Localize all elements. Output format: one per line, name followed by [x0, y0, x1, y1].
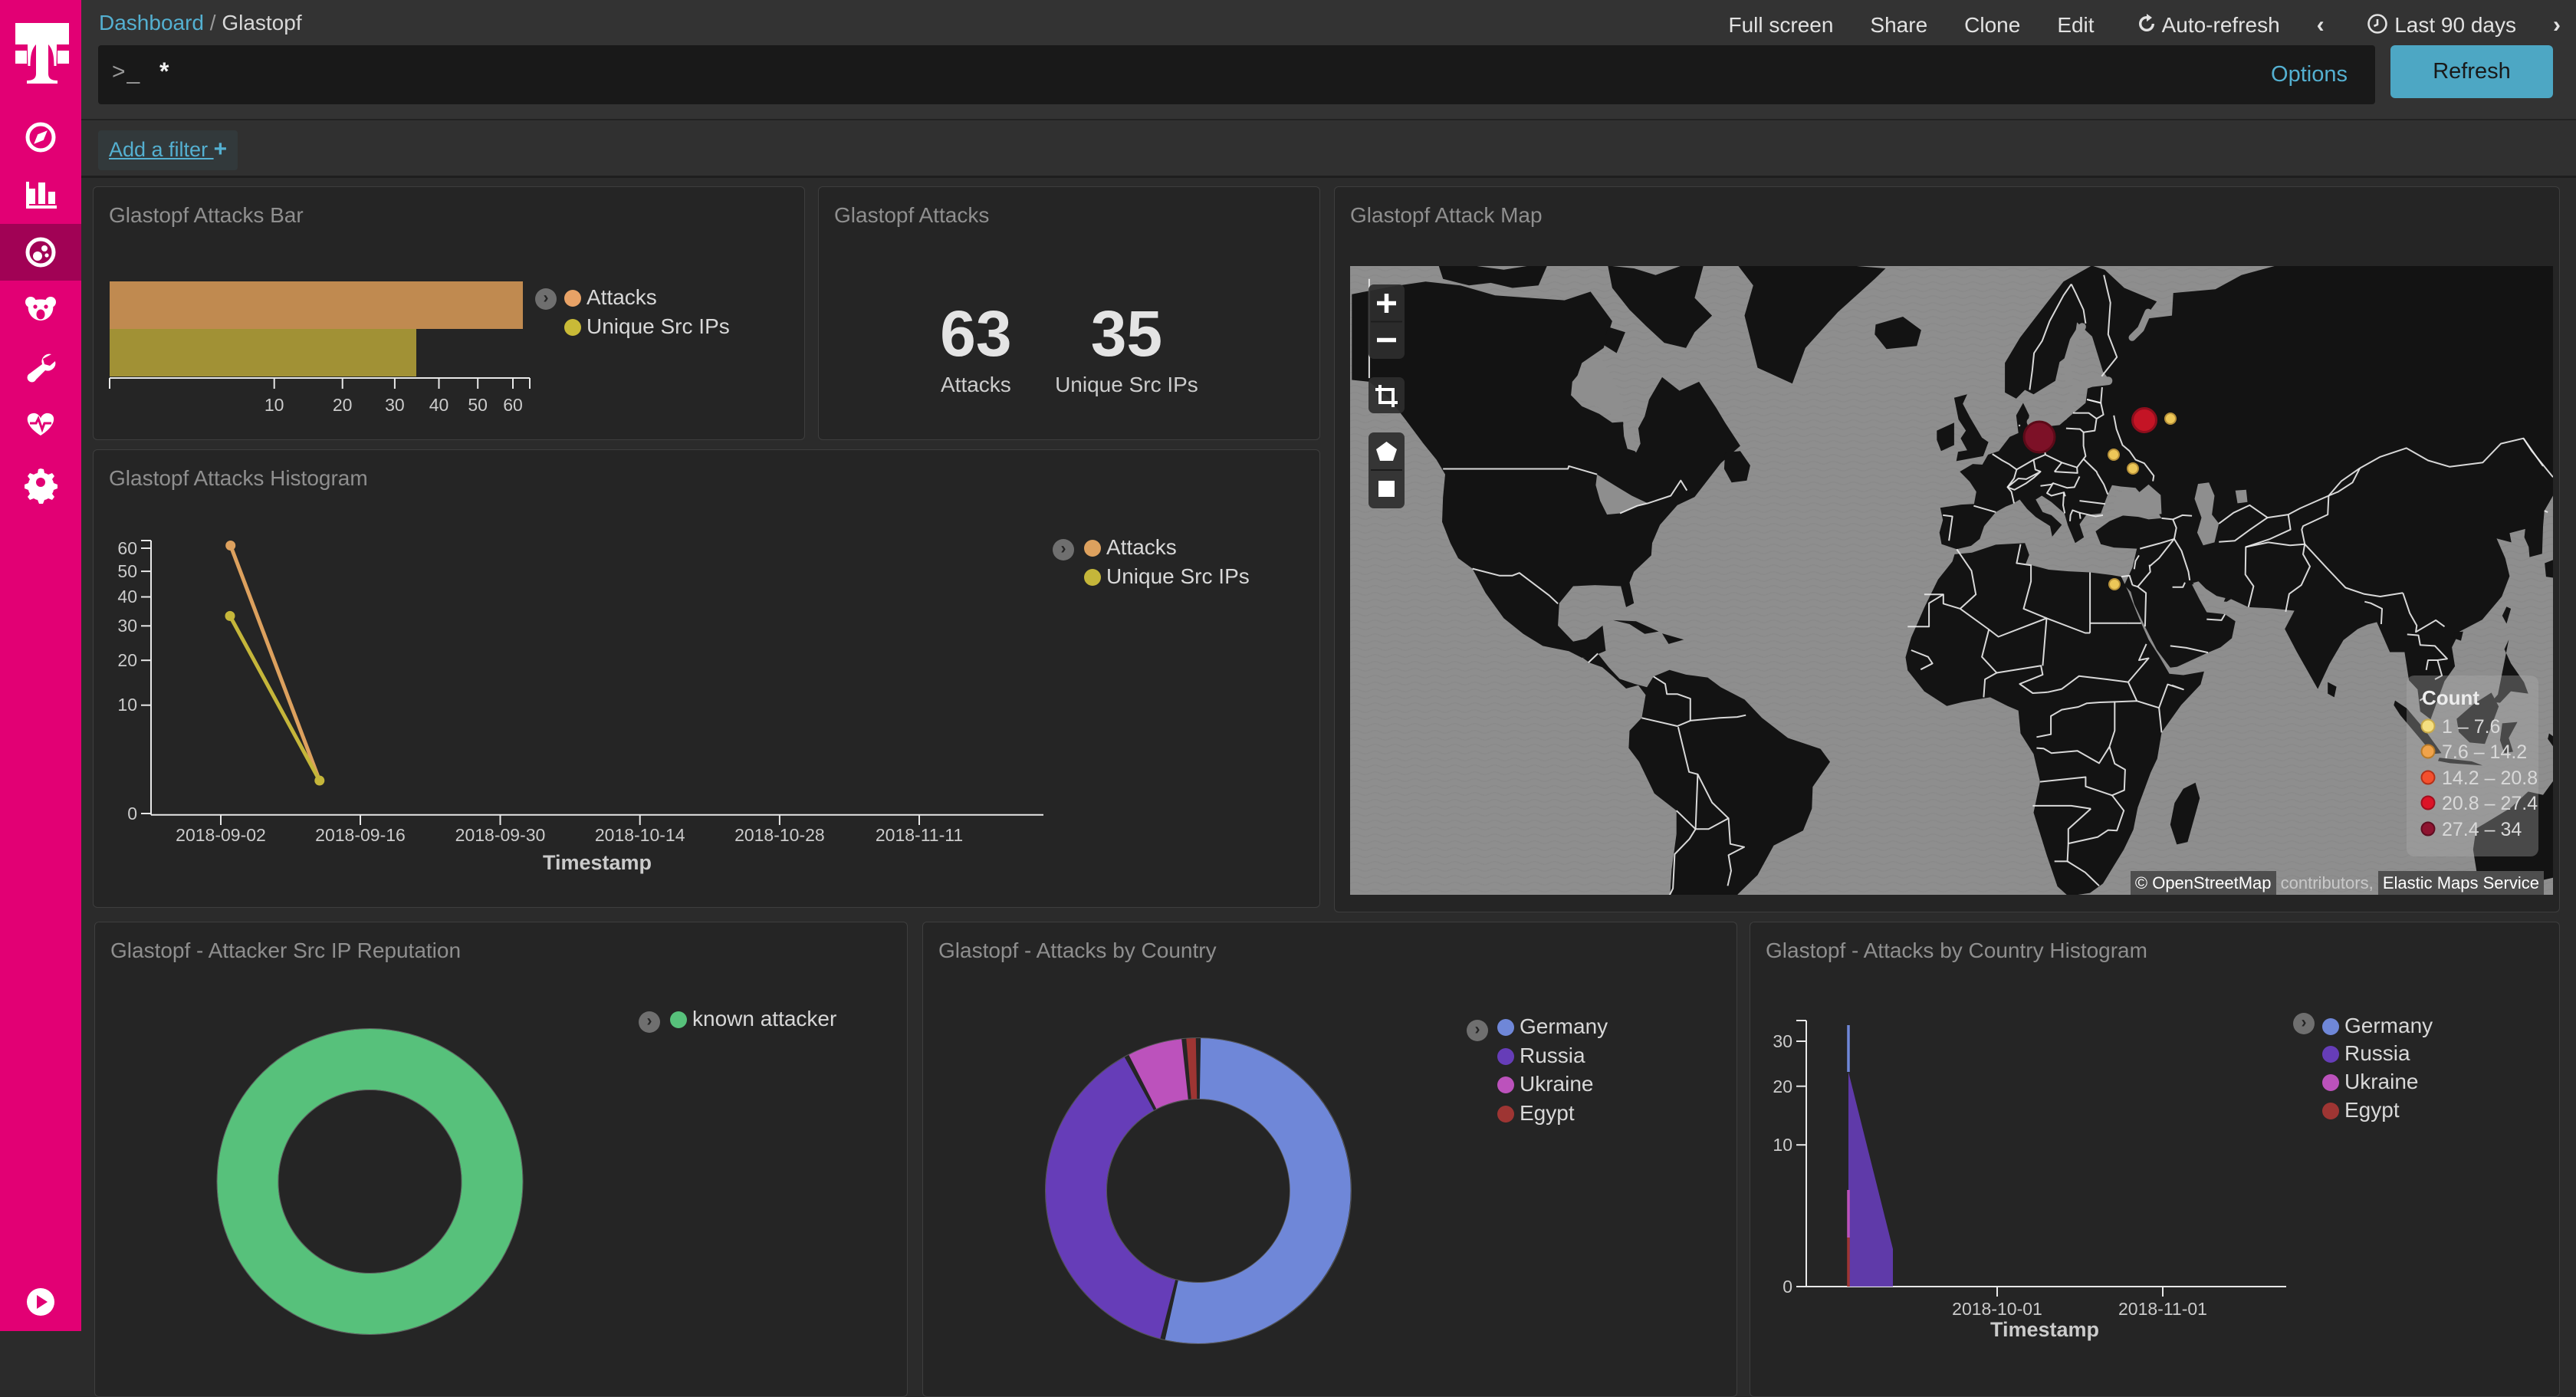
svg-text:20: 20: [1773, 1077, 1792, 1096]
svg-text:30: 30: [385, 395, 405, 415]
svg-text:0: 0: [127, 804, 137, 823]
svg-text:Timestamp: Timestamp: [1990, 1318, 2099, 1341]
svg-text:50: 50: [468, 395, 488, 415]
svg-text:10: 10: [1773, 1135, 1792, 1155]
svg-text:2018-09-02: 2018-09-02: [176, 825, 266, 845]
svg-text:2018-10-01: 2018-10-01: [1952, 1299, 2042, 1319]
svg-text:60: 60: [117, 538, 137, 558]
svg-text:2018-09-16: 2018-09-16: [315, 825, 406, 845]
svg-text:27.4 – 34: 27.4 – 34: [2442, 819, 2522, 840]
svg-text:30: 30: [117, 616, 137, 636]
svg-text:2018-11-11: 2018-11-11: [876, 825, 963, 845]
svg-text:20: 20: [333, 395, 353, 415]
svg-text:60: 60: [503, 395, 523, 415]
svg-text:30: 30: [1773, 1031, 1792, 1051]
svg-text:2018-11-01: 2018-11-01: [2118, 1299, 2207, 1319]
svg-text:Count: Count: [2422, 686, 2479, 709]
svg-text:2018-10-14: 2018-10-14: [595, 825, 685, 845]
svg-text:10: 10: [264, 395, 284, 415]
svg-text:7.6 – 14.2: 7.6 – 14.2: [2442, 741, 2527, 763]
svg-text:14.2 – 20.8: 14.2 – 20.8: [2442, 768, 2538, 789]
svg-text:1 – 7.6: 1 – 7.6: [2442, 716, 2500, 738]
svg-text:2018-10-28: 2018-10-28: [734, 825, 825, 845]
svg-text:50: 50: [117, 561, 137, 581]
svg-text:20.8 – 27.4: 20.8 – 27.4: [2442, 793, 2538, 814]
svg-text:Timestamp: Timestamp: [543, 851, 652, 874]
svg-text:0: 0: [1783, 1277, 1792, 1297]
svg-text:10: 10: [117, 695, 137, 715]
svg-text:40: 40: [429, 395, 449, 415]
svg-text:2018-09-30: 2018-09-30: [455, 825, 546, 845]
svg-text:40: 40: [117, 587, 137, 606]
svg-text:20: 20: [117, 650, 137, 670]
